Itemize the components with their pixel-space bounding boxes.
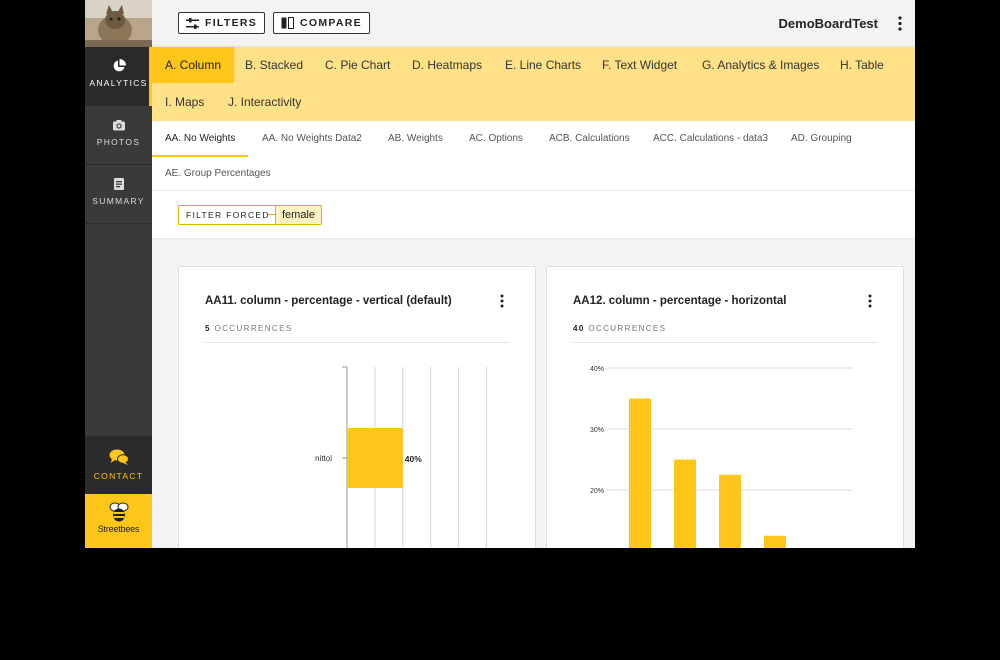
more-vertical-icon[interactable] (500, 294, 504, 308)
data-label: 40% (405, 454, 422, 464)
vertical-bar-chart: 40% 30% 20% (590, 366, 853, 548)
subtab-grouping[interactable]: AD. Grouping (778, 121, 865, 157)
tab-interactivity[interactable]: J. Interactivity (215, 84, 314, 120)
card-divider (205, 342, 509, 343)
sub-tabs: AA. No Weights AA. No Weights Data2 AB. … (152, 121, 915, 191)
chart-card: AA12. column - percentage - horizontal 4… (546, 266, 904, 548)
tab-heatmaps[interactable]: D. Heatmaps (399, 47, 495, 83)
brand-logo: Streetbees (85, 494, 152, 548)
subtab-calculations[interactable]: ACB. Calculations (536, 121, 643, 157)
sidebar-item-label: ANALYTICS (89, 78, 148, 88)
card-divider (573, 342, 877, 343)
compare-icon (281, 17, 294, 29)
filter-chip[interactable]: female (275, 205, 323, 225)
pie-chart-icon (113, 59, 126, 72)
subtab-no-weights[interactable]: AA. No Weights (152, 121, 249, 157)
dashboard-content: AA11. column - percentage - vertical (de… (152, 239, 915, 548)
tab-maps[interactable]: I. Maps (152, 84, 217, 120)
top-bar: FILTERS COMPARE DemoBoardTest (152, 0, 915, 47)
sidebar-item-label: SUMMARY (92, 196, 145, 206)
occurrences-count: 40 OCCURRENCES (573, 324, 667, 333)
contact-button[interactable]: CONTACT (85, 436, 152, 494)
chart-bar (719, 474, 741, 548)
brand-name: Streetbees (97, 524, 140, 534)
chart-bar (764, 535, 786, 548)
sidebar: ANALYTICS PHOTOS SUMMARY CONTACT Streetb… (85, 0, 152, 548)
tab-table[interactable]: H. Table (827, 47, 897, 83)
more-vertical-icon[interactable] (868, 294, 872, 308)
board-name: DemoBoardTest (778, 16, 878, 31)
card-title: AA11. column - percentage - vertical (de… (205, 295, 452, 307)
tab-analytics-images[interactable]: G. Analytics & Images (689, 47, 832, 83)
compare-label: COMPARE (300, 17, 362, 29)
chart-bar (629, 398, 651, 548)
bee-logo-icon (109, 502, 128, 522)
chart-card: AA11. column - percentage - vertical (de… (178, 266, 536, 548)
tab-pie-chart[interactable]: C. Pie Chart (312, 47, 403, 83)
subtab-options[interactable]: AC. Options (456, 121, 536, 157)
occurrences-count: 5 OCCURRENCES (205, 324, 293, 333)
subtab-weights[interactable]: AB. Weights (375, 121, 456, 157)
tab-text-widget[interactable]: F. Text Widget (589, 47, 690, 83)
filter-forced-badge: FILTER FORCED (178, 205, 278, 225)
compare-button[interactable]: COMPARE (273, 12, 370, 34)
card-title: AA12. column - percentage - horizontal (573, 295, 787, 307)
filter-sliders-icon (186, 17, 199, 29)
subtab-calculations-data3[interactable]: ACC. Calculations - data3 (640, 121, 781, 157)
section-tabs: A. Column B. Stacked C. Pie Chart D. Hea… (152, 47, 915, 121)
tab-column[interactable]: A. Column (152, 47, 235, 83)
board-thumbnail[interactable] (85, 0, 152, 47)
chat-bubbles-icon (109, 449, 129, 465)
sidebar-item-label: PHOTOS (96, 137, 141, 147)
sidebar-item-analytics[interactable]: ANALYTICS (85, 47, 152, 106)
sidebar-item-summary[interactable]: SUMMARY (85, 165, 152, 224)
y-tick-label: 30% (590, 427, 604, 434)
y-tick-label: 40% (590, 366, 604, 373)
filter-connector (268, 214, 275, 215)
more-vertical-icon[interactable] (898, 16, 902, 31)
chart-bar (674, 459, 696, 548)
active-filters: FILTER FORCED female (152, 191, 915, 239)
chart-bar (347, 428, 403, 488)
sidebar-item-photos[interactable]: PHOTOS (85, 106, 152, 165)
y-tick-label: 20% (590, 488, 604, 495)
filters-label: FILTERS (205, 17, 258, 29)
document-icon (113, 178, 124, 190)
tab-stacked[interactable]: B. Stacked (232, 47, 316, 83)
horizontal-bar-chart: nittol 40% (315, 366, 487, 548)
subtab-group-percentages[interactable]: AE. Group Percentages (152, 156, 284, 192)
filters-button[interactable]: FILTERS (178, 12, 266, 34)
category-label: nittol (315, 454, 332, 463)
camera-icon (112, 120, 125, 131)
tab-line-charts[interactable]: E. Line Charts (492, 47, 594, 83)
contact-label: CONTACT (93, 471, 144, 481)
app-window: ANALYTICS PHOTOS SUMMARY CONTACT Streetb… (85, 0, 915, 548)
subtab-no-weights-data2[interactable]: AA. No Weights Data2 (249, 121, 375, 157)
